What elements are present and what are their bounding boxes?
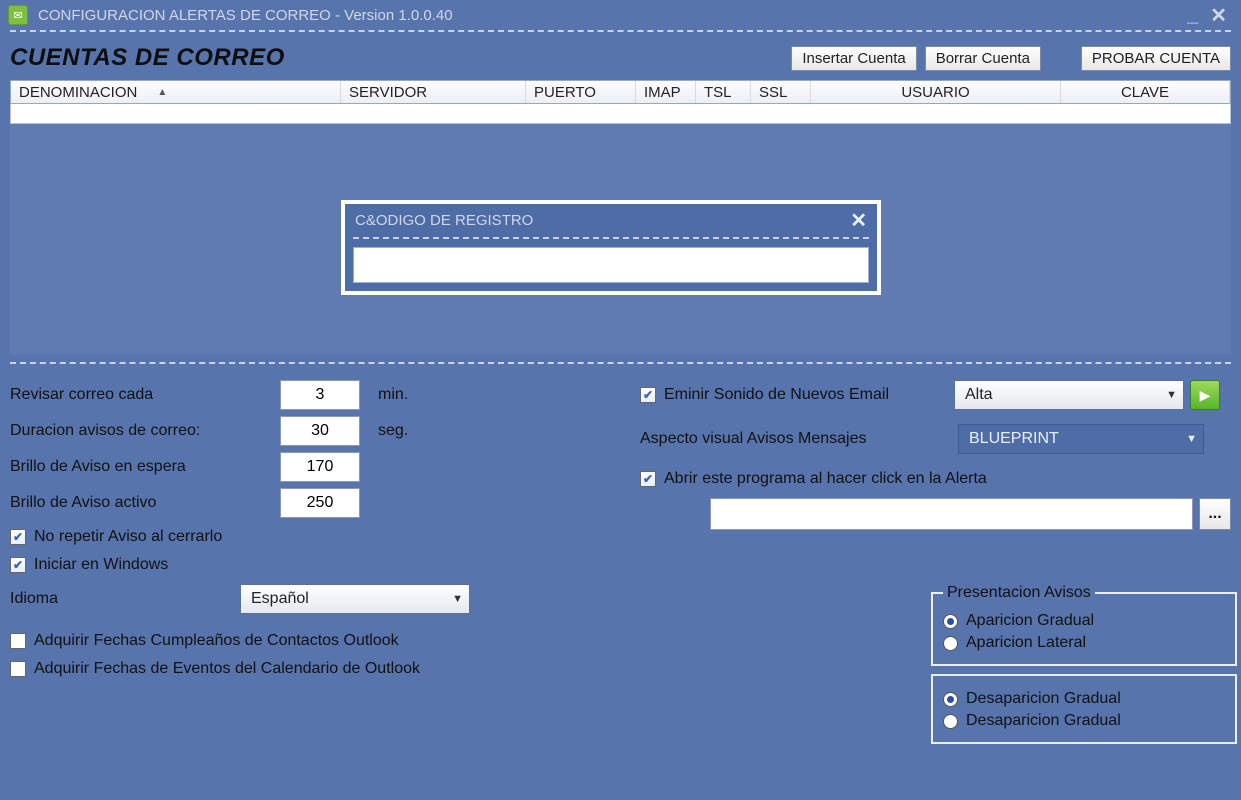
- disappear-gradual-2-radio[interactable]: [943, 714, 958, 729]
- appear-gradual-radio[interactable]: [943, 614, 958, 629]
- outlook-events-label: Adquirir Fechas de Eventos del Calendari…: [34, 660, 420, 678]
- visual-aspect-value: BLUEPRINT: [969, 430, 1059, 448]
- browse-button[interactable]: ...: [1199, 498, 1231, 530]
- accounts-header: CUENTAS DE CORREO Insertar Cuenta Borrar…: [0, 38, 1241, 80]
- divider: [353, 237, 869, 239]
- emit-sound-checkbox[interactable]: [640, 387, 656, 403]
- play-icon: ▶: [1200, 387, 1211, 404]
- col-ssl[interactable]: SSL: [751, 81, 811, 103]
- outlook-birthdays-label: Adquirir Fechas Cumpleaños de Contactos …: [34, 632, 399, 650]
- col-puerto[interactable]: PUERTO: [526, 81, 636, 103]
- test-account-button[interactable]: PROBAR CUENTA: [1081, 46, 1231, 71]
- language-select[interactable]: Español ▼: [240, 584, 470, 614]
- duration-input[interactable]: [280, 416, 360, 446]
- table-row[interactable]: [10, 104, 1231, 124]
- settings-left: Revisar correo cada min. Duracion avisos…: [10, 374, 610, 688]
- settings-panel: Revisar correo cada min. Duracion avisos…: [0, 370, 1241, 688]
- visual-aspect-select[interactable]: BLUEPRINT ▼: [958, 424, 1204, 454]
- check-interval-input[interactable]: [280, 380, 360, 410]
- duration-label: Duracion avisos de correo:: [10, 422, 280, 440]
- insert-account-button[interactable]: Insertar Cuenta: [791, 46, 916, 71]
- col-servidor[interactable]: SERVIDOR: [341, 81, 526, 103]
- registration-dialog: C&ODIGO DE REGISTRO ✕: [341, 200, 881, 295]
- chevron-down-icon: ▼: [452, 593, 463, 605]
- col-denominacion-label: DENOMINACION: [19, 84, 137, 101]
- titlebar: ✉ CONFIGURACION ALERTAS DE CORREO - Vers…: [0, 0, 1241, 30]
- presentation-appear-fieldset: Presentacion Avisos Aparicion Gradual Ap…: [931, 584, 1237, 666]
- play-sound-button[interactable]: ▶: [1190, 380, 1220, 410]
- delete-account-button[interactable]: Borrar Cuenta: [925, 46, 1041, 71]
- registration-title: C&ODIGO DE REGISTRO: [355, 212, 533, 229]
- col-tsl[interactable]: TSL: [696, 81, 751, 103]
- visual-aspect-label: Aspecto visual Avisos Mensajes: [640, 430, 958, 448]
- emit-sound-label: Eminir Sonido de Nuevos Email: [664, 386, 954, 404]
- settings-right: Eminir Sonido de Nuevos Email Alta ▼ ▶ A…: [640, 374, 1231, 688]
- presentation-legend: Presentacion Avisos: [943, 584, 1095, 602]
- sound-level-value: Alta: [965, 386, 993, 404]
- presentation-disappear-fieldset: . Desaparicion Gradual Desaparicion Grad…: [931, 674, 1237, 744]
- window-title: CONFIGURACION ALERTAS DE CORREO - Versio…: [38, 7, 453, 24]
- disappear-gradual-2-label: Desaparicion Gradual: [966, 712, 1121, 730]
- sort-asc-icon: ▲: [157, 87, 167, 98]
- accounts-title: CUENTAS DE CORREO: [10, 44, 783, 72]
- appear-lateral-label: Aparicion Lateral: [966, 634, 1086, 652]
- minimize-button[interactable]: _: [1181, 4, 1204, 27]
- no-repeat-label: No repetir Aviso al cerrarlo: [34, 528, 222, 546]
- outlook-birthdays-checkbox[interactable]: [10, 633, 26, 649]
- outlook-events-checkbox[interactable]: [10, 661, 26, 677]
- disappear-gradual-1-label: Desaparicion Gradual: [966, 690, 1121, 708]
- brightness-wait-input[interactable]: [280, 452, 360, 482]
- col-denominacion[interactable]: DENOMINACION ▲: [11, 81, 341, 103]
- divider: [10, 362, 1231, 364]
- sound-level-select[interactable]: Alta ▼: [954, 380, 1184, 410]
- disappear-gradual-1-radio[interactable]: [943, 692, 958, 707]
- registration-code-input[interactable]: [353, 247, 869, 283]
- chevron-down-icon: ▼: [1166, 389, 1177, 401]
- start-windows-label: Iniciar en Windows: [34, 556, 168, 574]
- appear-lateral-radio[interactable]: [943, 636, 958, 651]
- registration-close-button[interactable]: ✕: [850, 208, 867, 233]
- app-icon: ✉: [8, 5, 28, 25]
- program-path-input[interactable]: [710, 498, 1193, 530]
- duration-unit: seg.: [378, 422, 408, 440]
- start-windows-checkbox[interactable]: [10, 557, 26, 573]
- brightness-active-label: Brillo de Aviso activo: [10, 494, 280, 512]
- divider: [10, 30, 1231, 32]
- col-imap[interactable]: IMAP: [636, 81, 696, 103]
- language-select-value: Español: [251, 590, 309, 608]
- brightness-wait-label: Brillo de Aviso en espera: [10, 458, 280, 476]
- brightness-active-input[interactable]: [280, 488, 360, 518]
- open-on-click-checkbox[interactable]: [640, 471, 656, 487]
- language-label: Idioma: [10, 590, 240, 608]
- open-on-click-label: Abrir este programa al hacer click en la…: [664, 470, 987, 488]
- close-button[interactable]: ✕: [1204, 3, 1233, 28]
- no-repeat-checkbox[interactable]: [10, 529, 26, 545]
- col-clave[interactable]: CLAVE: [1061, 81, 1230, 103]
- chevron-down-icon: ▼: [1186, 433, 1197, 445]
- check-interval-label: Revisar correo cada: [10, 386, 280, 404]
- presentation-group: Presentacion Avisos Aparicion Gradual Ap…: [931, 584, 1237, 752]
- col-usuario[interactable]: USUARIO: [811, 81, 1061, 103]
- appear-gradual-label: Aparicion Gradual: [966, 612, 1094, 630]
- table-body: C&ODIGO DE REGISTRO ✕: [10, 124, 1231, 354]
- check-interval-unit: min.: [378, 386, 408, 404]
- accounts-table-header: DENOMINACION ▲ SERVIDOR PUERTO IMAP TSL …: [10, 80, 1231, 104]
